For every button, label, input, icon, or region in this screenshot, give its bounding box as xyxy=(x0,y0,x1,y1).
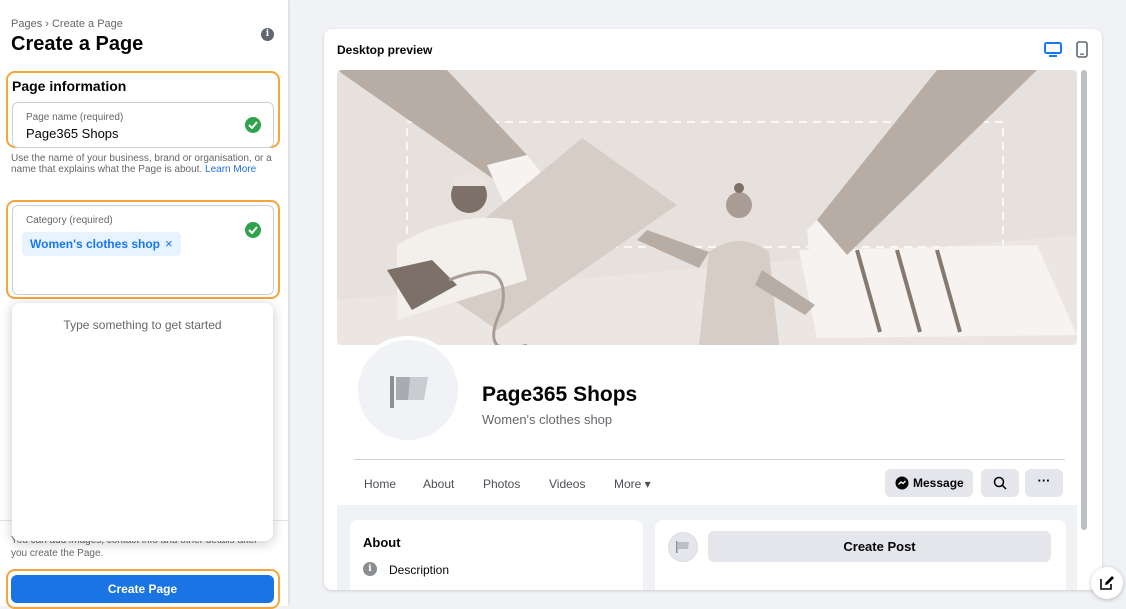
tab-more[interactable]: More ▾ xyxy=(614,477,651,491)
about-card: About i Description xyxy=(350,520,643,590)
edit-button[interactable] xyxy=(1091,567,1123,599)
flag-icon xyxy=(390,376,428,408)
create-page-sidebar: Pages › Create a Page Create a Page i Pa… xyxy=(0,0,288,609)
info-icon[interactable]: i xyxy=(261,28,274,41)
dropdown-hint: Type something to get started xyxy=(63,318,222,332)
page-name-field[interactable]: Page name (required) Page365 Shops xyxy=(12,102,274,148)
preview-card: Desktop preview Page365 Shops Women's cl… xyxy=(324,29,1102,590)
flag-icon xyxy=(676,541,689,553)
tab-videos[interactable]: Videos xyxy=(549,477,585,491)
category-label: Category (required) xyxy=(26,215,113,226)
tab-divider xyxy=(354,459,1065,460)
tab-about[interactable]: About xyxy=(423,477,454,491)
create-post-button[interactable]: Create Post xyxy=(708,531,1051,562)
cover-illustration xyxy=(337,70,1077,345)
search-icon xyxy=(993,476,1007,490)
breadcrumb[interactable]: Pages › Create a Page xyxy=(11,18,123,30)
description-label: Description xyxy=(389,563,450,577)
preview-page-category: Women's clothes shop xyxy=(482,412,613,427)
info-icon: i xyxy=(363,562,377,576)
preview-title: Desktop preview xyxy=(337,43,433,57)
message-button-label: Message xyxy=(913,476,964,490)
about-title: About xyxy=(363,535,401,550)
page-avatar xyxy=(354,336,462,444)
page-name-label: Page name (required) xyxy=(26,112,124,123)
preview-page-name: Page365 Shops xyxy=(482,383,638,406)
close-icon[interactable]: × xyxy=(165,236,173,251)
messenger-icon xyxy=(895,476,909,490)
check-icon xyxy=(245,222,261,238)
learn-more-link[interactable]: Learn More xyxy=(205,164,256,175)
more-actions-button[interactable]: ··· xyxy=(1025,469,1063,497)
help-text: Use the name of your business, brand or … xyxy=(11,153,275,175)
create-page-button[interactable]: Create Page xyxy=(11,575,274,603)
category-chip[interactable]: Women's clothes shop × xyxy=(22,232,181,256)
message-button[interactable]: Message xyxy=(885,469,973,497)
search-button[interactable] xyxy=(981,469,1019,497)
page-preview: Page365 Shops Women's clothes shop Home … xyxy=(337,70,1077,590)
preview-scrollbar[interactable] xyxy=(1081,70,1087,530)
tab-home[interactable]: Home xyxy=(364,477,396,491)
edit-icon xyxy=(1100,576,1114,590)
desktop-icon[interactable] xyxy=(1044,42,1062,63)
mobile-icon[interactable] xyxy=(1076,41,1088,63)
create-post-card: Create Post xyxy=(655,520,1066,590)
page-title: Create a Page xyxy=(11,33,144,55)
tab-photos[interactable]: Photos xyxy=(483,477,520,491)
category-chip-label: Women's clothes shop xyxy=(30,237,160,251)
check-icon xyxy=(245,117,261,133)
category-suggestions-dropdown[interactable]: Type something to get started xyxy=(12,303,273,541)
page-name-value: Page365 Shops xyxy=(26,126,119,141)
section-title: Page information xyxy=(12,78,127,94)
post-avatar xyxy=(668,532,698,562)
